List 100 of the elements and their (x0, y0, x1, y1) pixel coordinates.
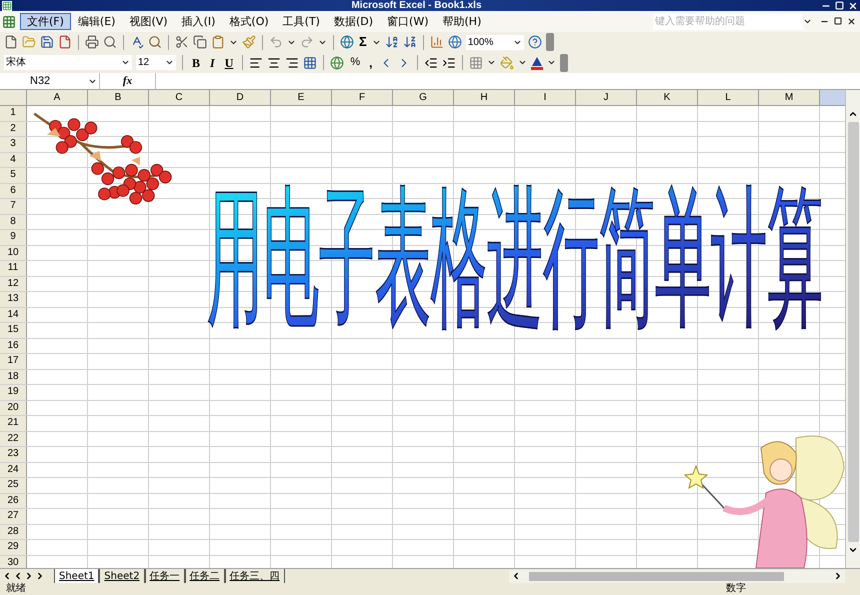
italic-button[interactable]: I (207, 54, 218, 72)
column-header[interactable]: C (149, 90, 210, 105)
name-box[interactable]: N32 (0, 73, 100, 89)
help-icon[interactable] (528, 35, 542, 49)
row-header[interactable]: 16 (0, 338, 27, 353)
menu-item[interactable]: 窗口(W) (380, 13, 436, 30)
sort-ascending-icon[interactable] (384, 35, 399, 49)
column-header[interactable]: K (637, 90, 698, 105)
sheet-tab[interactable]: 任务三、四 (224, 569, 285, 583)
caret-icon[interactable] (803, 17, 812, 26)
last-sheet-icon[interactable] (35, 571, 45, 581)
font-dropdown[interactable]: 宋体 (4, 55, 132, 70)
scroll-right-icon[interactable] (833, 571, 843, 581)
align-center-icon[interactable] (267, 56, 282, 70)
column-header[interactable]: F (332, 90, 393, 105)
zoom-dropdown[interactable]: 100% (466, 34, 524, 50)
sheet-tab[interactable]: Sheet2 (99, 569, 145, 583)
print-preview-icon[interactable] (103, 35, 117, 49)
first-sheet-icon[interactable] (2, 571, 12, 581)
row-header[interactable]: 27 (0, 509, 27, 524)
row-header[interactable]: 20 (0, 400, 27, 415)
sheet-tab[interactable]: Sheet1 (54, 569, 100, 583)
menu-item[interactable]: 编辑(E) (70, 13, 122, 30)
dropdown-caret-icon[interactable] (121, 58, 130, 67)
row-header[interactable]: 29 (0, 540, 27, 554)
row-header[interactable]: 23 (0, 447, 27, 462)
bold-button[interactable]: B (189, 54, 204, 72)
row-header[interactable]: 7 (0, 199, 27, 214)
autosum-button[interactable]: Σ (358, 35, 368, 49)
column-header[interactable]: H (454, 90, 515, 105)
row-header[interactable]: 14 (0, 308, 27, 322)
row-header[interactable]: 11 (0, 261, 27, 276)
new-file-icon[interactable] (4, 35, 18, 49)
increase-indent-icon[interactable] (442, 56, 456, 70)
row-header[interactable]: 3 (0, 137, 27, 152)
save-icon[interactable] (40, 35, 54, 49)
row-header[interactable]: 1 (0, 106, 27, 120)
row-header[interactable]: 24 (0, 462, 27, 477)
row-header[interactable]: 26 (0, 494, 27, 508)
chart-icon[interactable] (430, 35, 444, 49)
percent-button[interactable]: % (348, 54, 362, 71)
column-header[interactable]: A (27, 90, 88, 105)
caret-icon[interactable] (547, 58, 556, 67)
row-header[interactable]: 25 (0, 478, 27, 492)
vertical-scrollbar[interactable] (845, 90, 860, 568)
comma-button[interactable]: , (366, 54, 376, 72)
row-header[interactable]: 15 (0, 323, 27, 338)
row-header[interactable]: 10 (0, 246, 27, 260)
column-header[interactable]: B (88, 90, 149, 105)
align-right-icon[interactable] (285, 56, 300, 70)
row-header[interactable]: 2 (0, 122, 27, 136)
row-header[interactable]: 30 (0, 556, 27, 568)
row-header[interactable]: 12 (0, 276, 27, 291)
cut-icon[interactable] (175, 35, 189, 49)
menu-item[interactable]: 视图(V) (122, 13, 175, 30)
dropdown-caret-icon[interactable] (165, 58, 174, 67)
help-search-field[interactable]: 键入需要帮助的问题 (653, 14, 803, 30)
sheet-tab[interactable]: 任务一 (144, 569, 185, 583)
row-header[interactable]: 9 (0, 230, 27, 244)
menu-item[interactable]: 工具(T) (276, 13, 327, 30)
font-size-dropdown[interactable]: 12 (136, 55, 176, 70)
caret-icon[interactable] (518, 58, 528, 67)
close-icon[interactable] (847, 17, 856, 26)
print-icon[interactable] (85, 35, 99, 49)
next-sheet-icon[interactable] (24, 571, 34, 581)
previous-sheet-icon[interactable] (13, 571, 23, 581)
toolbar-options-handle[interactable] (560, 54, 568, 72)
sheet-tab[interactable]: 任务二 (184, 569, 225, 583)
scroll-left-icon[interactable] (511, 571, 521, 581)
row-header[interactable]: 8 (0, 214, 27, 229)
toolbar-options-handle[interactable] (546, 33, 554, 51)
fill-color-icon[interactable] (500, 56, 514, 70)
spelling-icon[interactable] (130, 35, 144, 49)
copy-icon[interactable] (193, 35, 207, 49)
menu-item[interactable]: 数据(D) (326, 13, 380, 30)
menu-item[interactable]: 格式(O) (222, 13, 276, 30)
row-header[interactable]: 17 (0, 354, 27, 368)
sort-descending-icon[interactable] (402, 35, 417, 49)
row-header[interactable]: 13 (0, 292, 27, 306)
horizontal-scrollbar[interactable] (509, 570, 845, 582)
menu-item[interactable]: 插入(I) (174, 13, 222, 30)
decrease-indent-icon[interactable] (424, 56, 438, 70)
column-header[interactable]: D (210, 90, 271, 105)
paste-icon[interactable] (211, 35, 225, 49)
row-header[interactable]: 6 (0, 184, 27, 198)
row-header[interactable]: 22 (0, 432, 27, 446)
row-header[interactable]: 4 (0, 152, 27, 167)
align-left-icon[interactable] (249, 56, 264, 70)
formula-input-field[interactable] (155, 73, 860, 89)
column-header[interactable]: E (271, 90, 332, 105)
row-header[interactable]: 19 (0, 385, 27, 400)
row-header[interactable]: 18 (0, 370, 27, 384)
menu-item[interactable]: 文件(F) (20, 13, 71, 30)
row-header[interactable]: 21 (0, 416, 27, 430)
column-header[interactable]: G (393, 90, 454, 105)
menu-item[interactable]: 帮助(H) (436, 13, 488, 30)
column-header[interactable]: L (698, 90, 759, 105)
column-header[interactable]: I (515, 90, 576, 105)
row-header[interactable]: 5 (0, 168, 27, 182)
caret-icon[interactable] (487, 58, 496, 67)
